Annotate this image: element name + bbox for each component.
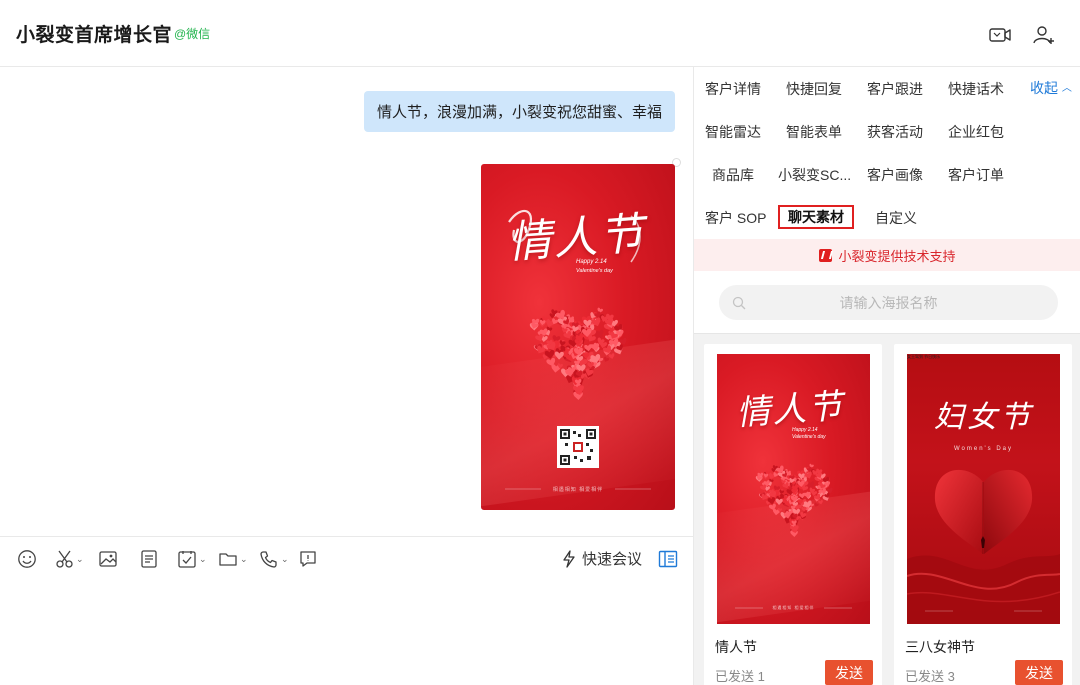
poster-card[interactable]: 情人节 Happy 2.14 Valentine's day 相遇相知 相爱相伴… xyxy=(704,344,882,685)
platform-tag: @微信 xyxy=(174,27,211,41)
quick-meeting-button[interactable]: 快速会议 xyxy=(561,548,642,569)
chat-title: 小裂变首席增长官 xyxy=(16,25,173,46)
poster-list: 情人节 Happy 2.14 Valentine's day 相遇相知 相爱相伴… xyxy=(694,333,1080,685)
valentine-poster-image: 情人节 Happy 2.14 Valentine's day 相遇相知 相爱相伴 xyxy=(717,354,870,624)
poster-footer-text: 相遇相知 相爱相伴 xyxy=(772,605,815,610)
tab-quick-scripts[interactable]: 快捷话术 xyxy=(948,77,1004,101)
chat-messages: 情人节，浪漫加满，小裂变祝您甜蜜、幸福 情人节 Happy 2.14 Valen… xyxy=(0,67,693,536)
poster-subtitle: Women's Day xyxy=(953,446,1014,452)
poster-subtitle-1: Happy 2.14 xyxy=(576,259,607,265)
checklist-icon[interactable]: ⌄ xyxy=(177,549,207,569)
phone-icon[interactable]: ⌄ xyxy=(259,549,289,569)
womens-day-poster-image: 妇女节 Women's Day 女王驾到 节日快乐 xyxy=(907,354,1060,624)
poster-title: 情人节 xyxy=(734,386,846,434)
video-call-icon[interactable] xyxy=(988,24,1014,46)
poster-message[interactable]: 情人节 Happy 2.14 Valentine's day 相遇相知 相爱相伴 xyxy=(481,164,675,510)
tab-product-library[interactable]: 商品库 xyxy=(712,163,754,187)
tab-smart-form[interactable]: 智能表单 xyxy=(786,120,842,144)
sent-count: 已发送 3 xyxy=(905,669,955,684)
tab-smart-radar[interactable]: 智能雷达 xyxy=(705,120,761,144)
tab-customer-orders[interactable]: 客户订单 xyxy=(948,163,1004,187)
chevron-up-icon: ︿ xyxy=(1061,83,1072,94)
tab-scrm[interactable]: 小裂变SC... xyxy=(778,163,851,187)
tab-red-packet[interactable]: 企业红包 xyxy=(948,120,1004,144)
lightning-icon xyxy=(563,549,575,568)
image-icon[interactable] xyxy=(98,549,118,569)
quick-meeting-label: 快速会议 xyxy=(582,551,643,568)
folder-icon[interactable]: ⌄ xyxy=(218,549,248,569)
input-toolbar: ⌄ ⌄ ⌄ ⌄ 快速会议 xyxy=(0,536,693,580)
chat-header: 小裂变首席增长官 @微信 xyxy=(0,0,1080,67)
poster-name: 情人节 xyxy=(715,639,757,655)
search-bar xyxy=(694,271,1080,333)
tab-customer-profile[interactable]: 客户画像 xyxy=(867,163,923,187)
collapse-label: 收起 xyxy=(1030,80,1058,96)
tab-acquisition-campaign[interactable]: 获客活动 xyxy=(867,120,923,144)
send-button[interactable]: 发送 xyxy=(825,660,873,685)
tab-customer-followup[interactable]: 客户跟进 xyxy=(867,77,923,101)
poster-search-input[interactable] xyxy=(719,285,1058,320)
add-user-icon[interactable] xyxy=(1031,24,1057,46)
qr-code xyxy=(557,426,599,468)
search-icon xyxy=(732,296,746,310)
document-icon[interactable] xyxy=(139,549,159,569)
collapse-button[interactable]: 收起 ︿ xyxy=(1030,78,1072,98)
tool-tabs: 客户详情 快捷回复 客户跟进 快捷话术 收起 ︿ 智能雷达 智能表单 获客活动 … xyxy=(694,67,1080,239)
text-message-bubble[interactable]: 情人节，浪漫加满，小裂变祝您甜蜜、幸福 xyxy=(363,91,675,132)
tab-customer-sop[interactable]: 客户 SOP xyxy=(705,206,766,230)
poster-thumbnail[interactable]: 情人节 Happy 2.14 Valentine's day 相遇相知 相爱相伴 xyxy=(717,354,870,624)
poster-thumbnail[interactable]: 妇女节 Women's Day 女王驾到 节日快乐 xyxy=(907,354,1060,624)
poster-footer-text: 相遇相知 相爱相伴 xyxy=(552,487,604,493)
sent-count: 已发送 1 xyxy=(715,669,765,684)
support-banner: 小裂变提供技术支持 xyxy=(694,239,1080,271)
message-input-area[interactable] xyxy=(0,580,693,685)
send-button[interactable]: 发送 xyxy=(1015,660,1063,685)
poster-card[interactable]: 妇女节 Women's Day 女王驾到 节日快乐 三八女神节 已发送 3 发送 xyxy=(894,344,1072,685)
poster-title: 妇女节 xyxy=(934,400,1033,435)
support-text: 小裂变提供技术支持 xyxy=(838,248,956,264)
valentine-poster-image: 情人节 Happy 2.14 Valentine's day 相遇相知 相爱相伴 xyxy=(481,164,675,510)
tab-custom[interactable]: 自定义 xyxy=(875,206,917,230)
side-panel: 客户详情 快捷回复 客户跟进 快捷话术 收起 ︿ 智能雷达 智能表单 获客活动 … xyxy=(693,67,1080,685)
tab-chat-materials[interactable]: 聊天素材 xyxy=(778,205,854,229)
poster-subtitle-2: Valentine's day xyxy=(576,268,613,274)
tab-customer-details[interactable]: 客户详情 xyxy=(705,77,761,101)
brand-logo-icon xyxy=(819,248,833,262)
scissors-icon[interactable]: ⌄ xyxy=(56,549,84,569)
message-icon[interactable] xyxy=(298,549,318,569)
emoji-icon[interactable] xyxy=(17,549,37,569)
poster-subtitle-1: Happy 2.14 xyxy=(792,427,818,433)
tab-quick-reply[interactable]: 快捷回复 xyxy=(786,77,842,101)
side-panel-toggle-icon[interactable] xyxy=(658,549,678,569)
poster-subtitle-2: Valentine's day xyxy=(792,434,826,440)
poster-name: 三八女神节 xyxy=(905,639,975,655)
